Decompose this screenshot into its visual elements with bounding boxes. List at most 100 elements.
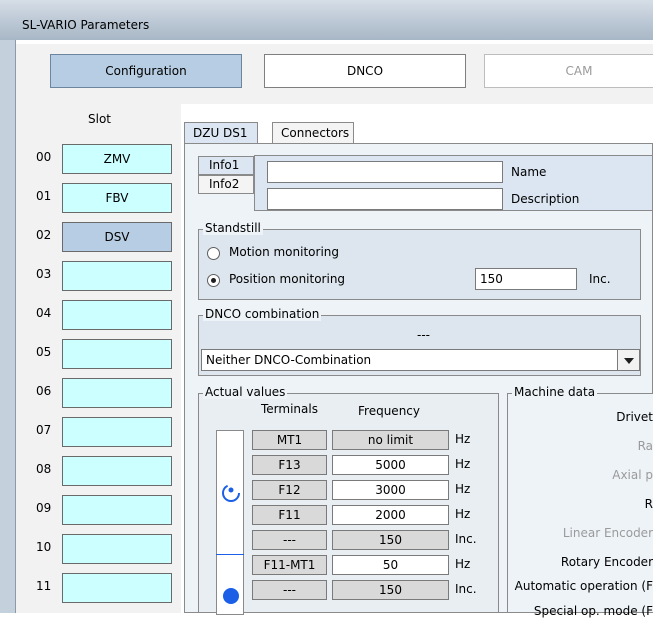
machine-data-group: Machine data Drivet Ra Axial p R Linear … <box>507 385 653 618</box>
tab-dzu-ds1[interactable]: DZU DS1 <box>184 122 258 144</box>
slot-number: 07 <box>36 423 52 437</box>
description-label: Description <box>511 192 580 206</box>
actual-values-group: Actual values Terminals Frequency MT1 no… <box>198 385 499 615</box>
value-cell: 150 <box>332 580 449 600</box>
frequency-input[interactable]: 5000 <box>332 455 449 475</box>
terminals-header: Terminals <box>261 402 318 416</box>
dnco-button[interactable]: DNCO <box>264 54 466 88</box>
unit-label: Hz <box>455 482 471 496</box>
configuration-button[interactable]: Configuration <box>50 54 242 88</box>
slot-box[interactable]: ZMV <box>62 144 172 174</box>
slot-row[interactable]: 06 <box>0 378 200 408</box>
slot-box[interactable] <box>62 534 172 564</box>
slot-row[interactable]: 10 <box>0 534 200 564</box>
slot-box[interactable] <box>62 573 172 603</box>
machine-data-label: R <box>644 497 653 511</box>
slot-number: 05 <box>36 345 52 359</box>
slot-row[interactable]: 11 <box>0 573 200 603</box>
slot-number: 08 <box>36 462 52 476</box>
chevron-down-icon[interactable] <box>617 350 639 370</box>
slot-row[interactable]: 02 DSV <box>0 222 200 252</box>
slot-row[interactable]: 03 <box>0 261 200 291</box>
standstill-group: Standstill Motion monitoring Position mo… <box>198 221 641 300</box>
rotation-indicator-icon <box>222 484 240 502</box>
tab-connectors[interactable]: Connectors <box>272 122 354 144</box>
slot-row[interactable]: 01 FBV <box>0 183 200 213</box>
slot-number: 11 <box>36 579 52 593</box>
unit-label: Inc. <box>455 532 477 546</box>
slot-box[interactable] <box>62 378 172 408</box>
dnco-select[interactable]: Neither DNCO-Combination <box>201 349 640 371</box>
terminal-cell: F12 <box>252 480 327 500</box>
value-cell: 150 <box>332 530 449 550</box>
machine-data-label: Ra <box>637 439 653 453</box>
name-input[interactable] <box>267 161 503 183</box>
standstill-unit: Inc. <box>589 272 611 286</box>
slot-row[interactable]: 08 <box>0 456 200 486</box>
actual-values-title: Actual values <box>203 385 288 399</box>
slot-number: 06 <box>36 384 52 398</box>
standstill-value-input[interactable]: 150 <box>475 268 577 290</box>
motion-monitoring-radio[interactable] <box>207 247 220 260</box>
terminal-cell: MT1 <box>252 430 327 450</box>
slot-row[interactable]: 05 <box>0 339 200 369</box>
slot-number: 09 <box>36 501 52 515</box>
machine-data-label: Axial p <box>612 468 653 482</box>
slot-box[interactable] <box>62 261 172 291</box>
frequency-header: Frequency <box>358 404 420 418</box>
unit-label: Hz <box>455 457 471 471</box>
slot-box[interactable] <box>62 300 172 330</box>
tab-info2[interactable]: Info2 <box>198 175 254 194</box>
tab-info1[interactable]: Info1 <box>198 156 254 175</box>
slot-number: 00 <box>36 150 52 164</box>
unit-label: Inc. <box>455 582 477 596</box>
slot-row[interactable]: 09 <box>0 495 200 525</box>
terminal-cell: F11 <box>252 505 327 525</box>
position-monitoring-radio[interactable] <box>207 274 220 287</box>
standstill-title: Standstill <box>203 221 263 235</box>
frequency-input[interactable]: 2000 <box>332 505 449 525</box>
slot-box-selected[interactable]: DSV <box>62 222 172 252</box>
slot-number: 04 <box>36 306 52 320</box>
dnco-select-value: Neither DNCO-Combination <box>206 353 372 367</box>
status-indicator-dot <box>223 588 239 604</box>
slot-box[interactable]: FBV <box>62 183 172 213</box>
slot-row[interactable]: 07 <box>0 417 200 447</box>
slot-number: 10 <box>36 540 52 554</box>
frequency-cell: no limit <box>332 430 449 450</box>
terminal-cell: F13 <box>252 455 327 475</box>
top-nav: Configuration DNCO CAM <box>16 44 653 104</box>
position-monitoring-label: Position monitoring <box>229 272 346 286</box>
slot-row[interactable]: 04 <box>0 300 200 330</box>
machine-data-label: Drivet <box>616 410 653 424</box>
cam-button: CAM <box>484 54 653 88</box>
machine-data-label: Linear Encoder <box>562 526 653 540</box>
terminal-cell: F11-MT1 <box>252 555 327 575</box>
description-input[interactable] <box>267 188 503 210</box>
unit-label: Hz <box>455 432 471 446</box>
machine-data-label: Automatic operation (F <box>514 579 653 593</box>
dnco-title: DNCO combination <box>203 307 322 321</box>
slot-box[interactable] <box>62 495 172 525</box>
slot-box[interactable] <box>62 417 172 447</box>
slot-row[interactable]: 00 ZMV <box>0 144 200 174</box>
indicator-panel <box>216 430 244 615</box>
machine-data-title: Machine data <box>512 385 598 399</box>
dnco-group: DNCO combination --- Neither DNCO-Combin… <box>198 307 641 376</box>
unit-label: Hz <box>455 557 471 571</box>
terminal-cell: --- <box>252 580 327 600</box>
unit-label: Hz <box>455 507 471 521</box>
info-panel: Name Description <box>254 155 653 211</box>
name-label: Name <box>511 165 547 179</box>
window-title: SL-VARIO Parameters <box>22 18 150 32</box>
slot-number: 01 <box>36 189 52 203</box>
slot-title: Slot <box>88 112 111 126</box>
frequency-input[interactable]: 3000 <box>332 480 449 500</box>
machine-data-label: Special op. mode (F <box>533 604 653 618</box>
indicator-line <box>216 554 244 555</box>
slot-number: 02 <box>36 228 52 242</box>
slot-box[interactable] <box>62 456 172 486</box>
slot-box[interactable] <box>62 339 172 369</box>
motion-monitoring-label: Motion monitoring <box>229 245 340 259</box>
frequency-input[interactable]: 50 <box>332 555 449 575</box>
